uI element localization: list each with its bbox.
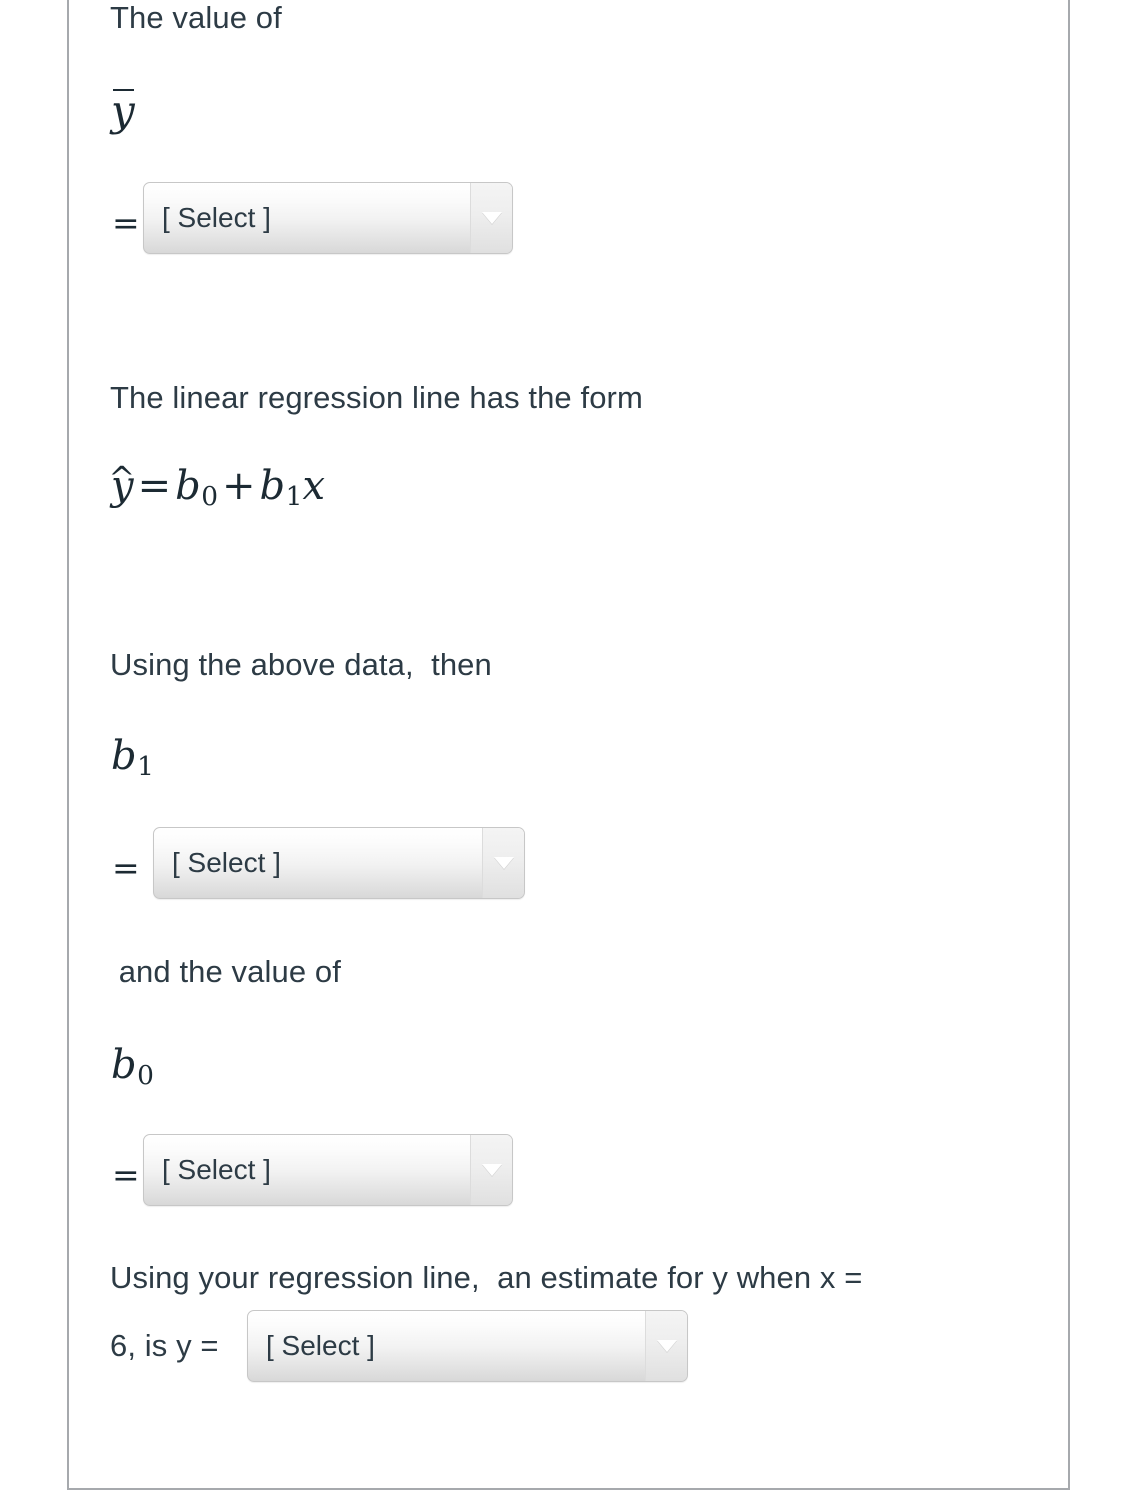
text-and-the-value-of: and the value of [110,954,341,989]
equation-plus: + [222,463,256,509]
equals-sign-y-bar: = [112,203,140,242]
b0-select[interactable]: [ Select ] [143,1134,513,1206]
y-bar-select[interactable]: [ Select ] [143,182,513,254]
b1-select[interactable]: [ Select ] [153,827,525,899]
quiz-question-frame: The value of y = [ Select ] The linear r… [67,0,1070,1490]
y-estimate-select-arrow-box[interactable] [645,1311,687,1381]
text-estimate-line-2: 6, is y = [110,1328,219,1363]
chevron-down-icon [493,857,514,869]
y-bar-select-arrow-box[interactable] [470,183,512,253]
b0-select-label: [ Select ] [162,1154,271,1185]
y-estimate-select[interactable]: [ Select ] [247,1310,688,1382]
b0-select-arrow-box[interactable] [470,1135,512,1205]
y-estimate-select-label: [ Select ] [266,1330,375,1361]
question-body: The value of y = [ Select ] The linear r… [69,0,1072,1490]
text-linear-regression-form: The linear regression line has the form [110,380,643,415]
b0-subscript: 0 [137,1059,154,1091]
term-b1: b1 [259,463,303,512]
overbar-accent [112,88,134,91]
equals-sign-b0: = [112,1155,140,1194]
math-regression-equation: ^ y = b0 + b1x [108,459,326,512]
text-the-value-of: The value of [110,0,282,35]
math-y-bar: y [111,86,135,135]
hat-accent: ^ [108,459,136,498]
y-bar-base: y [111,86,135,135]
b1-subscript: 1 [137,750,154,782]
term-x: x [302,463,326,509]
b0-glyph: b0 [111,1042,154,1091]
b1-select-label: [ Select ] [172,847,281,878]
equals-sign-b1: = [112,848,140,887]
chevron-down-icon [656,1340,677,1352]
math-b1: b1 [111,733,154,782]
chevron-down-icon [481,212,502,224]
term-b0: b0 [175,463,219,512]
b1-glyph: b1 [111,733,154,782]
chevron-down-icon [481,1164,502,1176]
y-hat-glyph: ^ y [108,459,136,509]
term-b0-subscript: 0 [201,480,219,512]
term-b1-subscript: 1 [285,480,303,512]
text-using-above-data: Using the above data, then [110,647,492,682]
text-estimate-line-1: Using your regression line, an estimate … [110,1260,863,1295]
math-b0: b0 [111,1042,154,1091]
equation-equals: = [137,463,172,509]
y-bar-select-label: [ Select ] [162,202,271,233]
y-bar-glyph: y [111,86,135,135]
b1-select-arrow-box[interactable] [482,828,524,898]
